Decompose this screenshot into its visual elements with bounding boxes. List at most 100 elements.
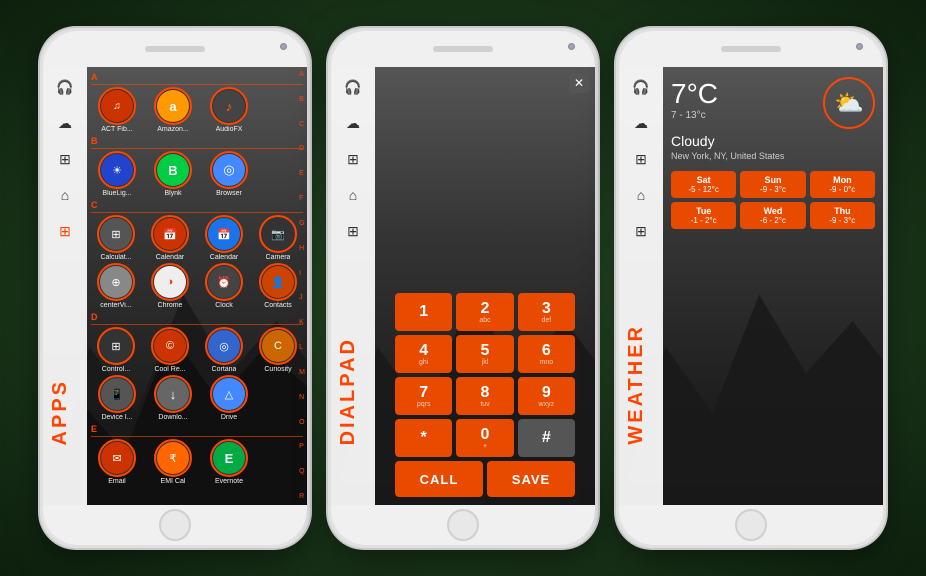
app-deviceid[interactable]: 📱 Device I...: [91, 375, 143, 421]
app-downloads[interactable]: ↓ Downlo...: [147, 375, 199, 421]
weather-area: 7°C 7 - 13°c ⛅ Cloudy New York, NY, Unit…: [663, 67, 883, 505]
section-c: C: [91, 200, 303, 210]
phone-dialpad: 🎧 ☁ ⊞ ⌂ ⊞ DIALPAD ✕ 1 2 abc 3 def: [328, 28, 598, 548]
headphone-icon-3[interactable]: 🎧: [627, 73, 655, 101]
app-calendar1[interactable]: 📅 Calendar: [145, 215, 195, 261]
home-button-2[interactable]: [447, 509, 479, 541]
dial-key-6[interactable]: 6 mno: [518, 335, 575, 373]
app-camera[interactable]: 📷 Camera: [253, 215, 303, 261]
app-evernote[interactable]: E Evernote: [203, 439, 255, 485]
cloud-icon-2[interactable]: ☁: [339, 109, 367, 137]
app-drive[interactable]: △ Drive: [203, 375, 255, 421]
dial-action-buttons: CALL SAVE: [395, 461, 575, 497]
dial-key-hash[interactable]: #: [518, 419, 575, 457]
app-chrome[interactable]: ◑ Chrome: [145, 263, 195, 309]
weather-label: WEATHER: [625, 324, 648, 445]
grid-icon-3[interactable]: ⊞: [627, 145, 655, 173]
divider-d: [91, 324, 303, 325]
dial-key-7[interactable]: 7 pqrs: [395, 377, 452, 415]
dialpad-close-btn[interactable]: ✕: [569, 73, 589, 93]
screen-weather: 🎧 ☁ ⊞ ⌂ ⊞ WEATHER 7°C 7 - 13°c ⛅ Cloudy …: [619, 67, 883, 505]
cloud-icon-3[interactable]: ☁: [627, 109, 655, 137]
app-cortana[interactable]: ◎ Cortana: [199, 327, 249, 373]
section-d: D: [91, 312, 303, 322]
dial-key-2[interactable]: 2 abc: [456, 293, 513, 331]
app-browser[interactable]: ◎ Browser: [203, 151, 255, 197]
weather-range: 7 - 13°c: [671, 110, 718, 121]
weather-day-mon: Mon -9 - 0°c: [810, 171, 875, 198]
speaker-3: [721, 46, 781, 52]
cloud-icon-1[interactable]: ☁: [51, 109, 79, 137]
grid-icon-2[interactable]: ⊞: [339, 145, 367, 173]
home-icon-1[interactable]: ⌂: [51, 181, 79, 209]
dial-key-3[interactable]: 3 def: [518, 293, 575, 331]
section-e: E: [91, 424, 303, 434]
apps-icon-2[interactable]: ⊞: [339, 217, 367, 245]
sun-cloud-icon: ⛅: [834, 89, 864, 118]
app-row-b: ☀ BlueLig... B Blynk ◎ Browser: [91, 151, 303, 197]
weather-condition: Cloudy: [671, 133, 875, 149]
weather-icon-circle: ⛅: [823, 77, 875, 129]
app-audiofx[interactable]: ♪ AudioFX: [203, 87, 255, 133]
speaker-2: [433, 46, 493, 52]
home-button-1[interactable]: [159, 509, 191, 541]
weather-day-tue: Tue -1 - 2°c: [671, 202, 736, 229]
app-bluelight[interactable]: ☀ BlueLig...: [91, 151, 143, 197]
weather-temp: 7°C: [671, 78, 718, 110]
app-row-e: ✉ Email ₹ EMI Cal E Evernote: [91, 439, 303, 485]
app-grid: A ♫ ACT Fib... a Amazon... ♪ AudioFX B: [87, 67, 307, 505]
call-button[interactable]: CALL: [395, 461, 483, 497]
app-curiosity[interactable]: C Curiosity: [253, 327, 303, 373]
weather-day-sun: Sun -9 - 3°c: [740, 171, 805, 198]
weather-day-wed: Wed -6 - 2°c: [740, 202, 805, 229]
app-actfib[interactable]: ♫ ACT Fib...: [91, 87, 143, 133]
app-row-d: ⊞ Control... © Cool Re... ◎ Cortana C Cu…: [91, 327, 303, 373]
weather-day-sat: Sat -5 - 12°c: [671, 171, 736, 198]
headphone-icon-2[interactable]: 🎧: [339, 73, 367, 101]
app-row-d2: 📱 Device I... ↓ Downlo... △ Drive: [91, 375, 303, 421]
weather-location: New York, NY, United States: [671, 151, 875, 161]
save-button[interactable]: SAVE: [487, 461, 575, 497]
app-coolre[interactable]: © Cool Re...: [145, 327, 195, 373]
phone-weather: 🎧 ☁ ⊞ ⌂ ⊞ WEATHER 7°C 7 - 13°c ⛅ Cloudy …: [616, 28, 886, 548]
app-calendar2[interactable]: 📅 Calendar: [199, 215, 249, 261]
app-blynk[interactable]: B Blynk: [147, 151, 199, 197]
dial-key-star[interactable]: *: [395, 419, 452, 457]
phone-bottom-2: [331, 505, 595, 545]
grid-icon-1[interactable]: ⊞: [51, 145, 79, 173]
camera-2: [568, 43, 575, 50]
camera-1: [280, 43, 287, 50]
app-amazon[interactable]: a Amazon...: [147, 87, 199, 133]
app-calculator[interactable]: ⊞ Calculat...: [91, 215, 141, 261]
phone-bottom-3: [619, 505, 883, 545]
camera-3: [856, 43, 863, 50]
phone-top-2: [331, 31, 595, 67]
divider-e: [91, 436, 303, 437]
app-clock[interactable]: ⏰ Clock: [199, 263, 249, 309]
app-email[interactable]: ✉ Email: [91, 439, 143, 485]
app-centerview[interactable]: ⊕ centerVi...: [91, 263, 141, 309]
apps-icon-1[interactable]: ⊞: [51, 217, 79, 245]
home-icon-3[interactable]: ⌂: [627, 181, 655, 209]
divider-a: [91, 84, 303, 85]
dial-key-0[interactable]: 0 +: [456, 419, 513, 457]
app-controlr[interactable]: ⊞ Control...: [91, 327, 141, 373]
phone-top-1: [43, 31, 307, 67]
app-contacts[interactable]: 👤 Contacts: [253, 263, 303, 309]
dial-key-1[interactable]: 1: [395, 293, 452, 331]
weather-day-thu: Thu -9 - 3°c: [810, 202, 875, 229]
apps-icon-3[interactable]: ⊞: [627, 217, 655, 245]
dial-key-4[interactable]: 4 ghi: [395, 335, 452, 373]
dial-key-9[interactable]: 9 wxyz: [518, 377, 575, 415]
weather-grid: Sat -5 - 12°c Sun -9 - 3°c Mon -9 - 0°c …: [671, 171, 875, 229]
app-emical[interactable]: ₹ EMI Cal: [147, 439, 199, 485]
headphone-icon-1[interactable]: 🎧: [51, 73, 79, 101]
home-button-3[interactable]: [735, 509, 767, 541]
app-row-c1: ⊞ Calculat... 📅 Calendar 📅 Calendar 📷 Ca…: [91, 215, 303, 261]
weather-top: 7°C 7 - 13°c ⛅: [671, 77, 875, 129]
app-row-a: ♫ ACT Fib... a Amazon... ♪ AudioFX: [91, 87, 303, 133]
home-icon-2[interactable]: ⌂: [339, 181, 367, 209]
dial-key-5[interactable]: 5 jkl: [456, 335, 513, 373]
screen-apps: 🎧 ☁ ⊞ ⌂ ⊞ APPS A B C D E F G H I J K L M…: [43, 67, 307, 505]
dial-key-8[interactable]: 8 tuv: [456, 377, 513, 415]
